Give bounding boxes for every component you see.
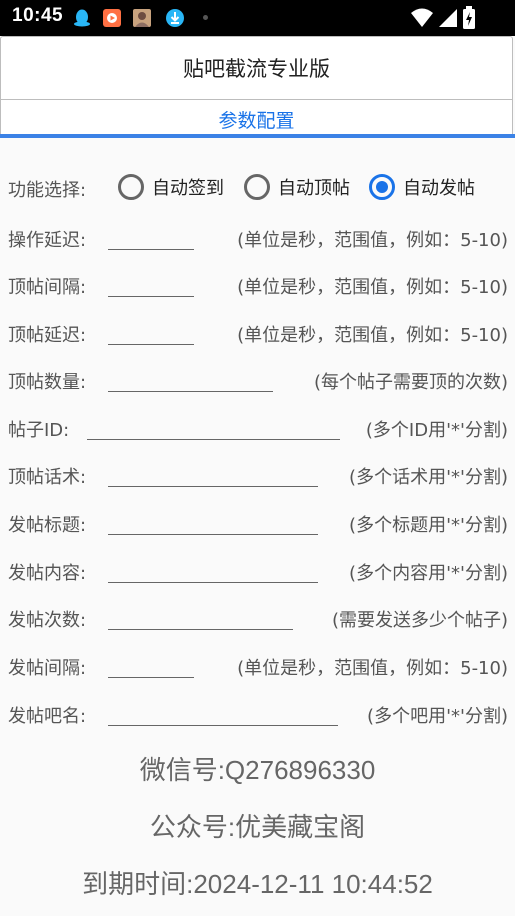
field-bump-interval: 顶帖间隔: (单位是秒，范围值，例如：5-10) — [8, 271, 508, 301]
tab-bar: 参数配置 — [0, 100, 515, 138]
post-count-input[interactable] — [108, 629, 293, 630]
field-post-content: 发帖内容: (多个内容用'*'分割) — [8, 557, 508, 587]
wifi-icon — [411, 8, 433, 27]
field-bump-script: 顶帖话术: (多个话术用'*'分割) — [8, 461, 508, 491]
signal-icon — [439, 9, 457, 27]
field-hint: (多个标题用'*'分割) — [349, 515, 508, 536]
radio-circle — [244, 174, 270, 200]
expiry-text: 到期时间:2024-12-11 10:44:52 — [82, 869, 433, 899]
tab-label: 参数配置 — [218, 110, 295, 132]
field-label: 发帖间隔: — [8, 658, 87, 679]
field-hint: (单位是秒，范围值，例如：5-10) — [237, 277, 508, 298]
tab-parameter-config[interactable]: 参数配置 — [1, 100, 512, 135]
field-label: 帖子ID: — [8, 420, 70, 441]
field-label: 发帖标题: — [8, 515, 87, 536]
function-select-row: 功能选择: 自动签到 自动顶帖 自动发帖 — [8, 174, 508, 204]
post-content-input[interactable] — [108, 582, 318, 583]
qq-penguin-icon — [74, 9, 90, 27]
post-title-input[interactable] — [108, 534, 318, 535]
post-interval-input[interactable] — [108, 677, 194, 678]
field-hint: (多个话术用'*'分割) — [349, 467, 508, 488]
field-operation-delay: 操作延迟: (单位是秒，范围值，例如：5-10) — [8, 224, 508, 254]
radio-label: 自动顶帖 — [278, 178, 350, 199]
radio-label: 自动发帖 — [403, 178, 475, 199]
battery-icon — [463, 6, 475, 29]
field-post-count: 发帖次数: (需要发送多少个帖子) — [8, 604, 508, 634]
bump-script-input[interactable] — [108, 486, 318, 487]
function-select-label: 功能选择: — [8, 180, 87, 201]
field-label: 顶帖数量: — [8, 372, 87, 393]
status-bar: 10:45 — [0, 0, 515, 36]
bump-interval-input[interactable] — [108, 296, 194, 297]
radio-auto-bump[interactable]: 自动顶帖 — [244, 174, 350, 200]
app-title: 贴吧截流专业版 — [183, 57, 330, 81]
field-post-id: 帖子ID: (多个ID用'*'分割) — [8, 414, 508, 444]
field-hint: (需要发送多少个帖子) — [331, 610, 508, 631]
post-bar-name-input[interactable] — [108, 725, 338, 726]
field-label: 顶帖延迟: — [8, 325, 87, 346]
radio-circle — [118, 174, 144, 200]
field-hint: (多个吧用'*'分割) — [367, 706, 508, 727]
field-post-title: 发帖标题: (多个标题用'*'分割) — [8, 509, 508, 539]
operation-delay-input[interactable] — [108, 249, 194, 250]
video-app-icon — [103, 9, 121, 27]
radio-circle-selected — [369, 174, 395, 200]
field-label: 顶帖间隔: — [8, 277, 87, 298]
field-post-bar-name: 发帖吧名: (多个吧用'*'分割) — [8, 700, 508, 730]
field-label: 发帖次数: — [8, 610, 87, 631]
download-icon — [166, 9, 184, 27]
bump-delay-input[interactable] — [108, 344, 194, 345]
app-title-bar: 贴吧截流专业版 — [0, 36, 513, 100]
field-hint: (单位是秒，范围值，例如：5-10) — [237, 230, 508, 251]
radio-label: 自动签到 — [152, 178, 224, 199]
field-label: 操作延迟: — [8, 230, 87, 251]
field-label: 发帖吧名: — [8, 706, 87, 727]
radio-auto-signin[interactable]: 自动签到 — [118, 174, 224, 200]
field-bump-count: 顶帖数量: (每个帖子需要顶的次数) — [8, 366, 508, 396]
radio-auto-post[interactable]: 自动发帖 — [369, 174, 475, 200]
field-hint: (单位是秒，范围值，例如：5-10) — [237, 658, 508, 679]
field-post-interval: 发帖间隔: (单位是秒，范围值，例如：5-10) — [8, 652, 508, 682]
notification-dot-icon — [203, 15, 208, 20]
status-time: 10:45 — [12, 5, 64, 26]
field-label: 发帖内容: — [8, 563, 87, 584]
avatar-app-icon — [133, 9, 151, 27]
field-hint: (多个内容用'*'分割) — [349, 563, 508, 584]
field-hint: (单位是秒，范围值，例如：5-10) — [237, 325, 508, 346]
bump-count-input[interactable] — [108, 391, 273, 392]
tab-indicator — [0, 134, 515, 138]
field-hint: (多个ID用'*'分割) — [365, 420, 508, 441]
field-bump-delay: 顶帖延迟: (单位是秒，范围值，例如：5-10) — [8, 319, 508, 349]
field-label: 顶帖话术: — [8, 467, 87, 488]
post-id-input[interactable] — [87, 439, 340, 440]
wechat-text: 微信号:Q276896330 — [139, 755, 376, 785]
official-account-text: 公众号:优美藏宝阁 — [149, 812, 366, 842]
field-hint: (每个帖子需要顶的次数) — [313, 372, 508, 393]
